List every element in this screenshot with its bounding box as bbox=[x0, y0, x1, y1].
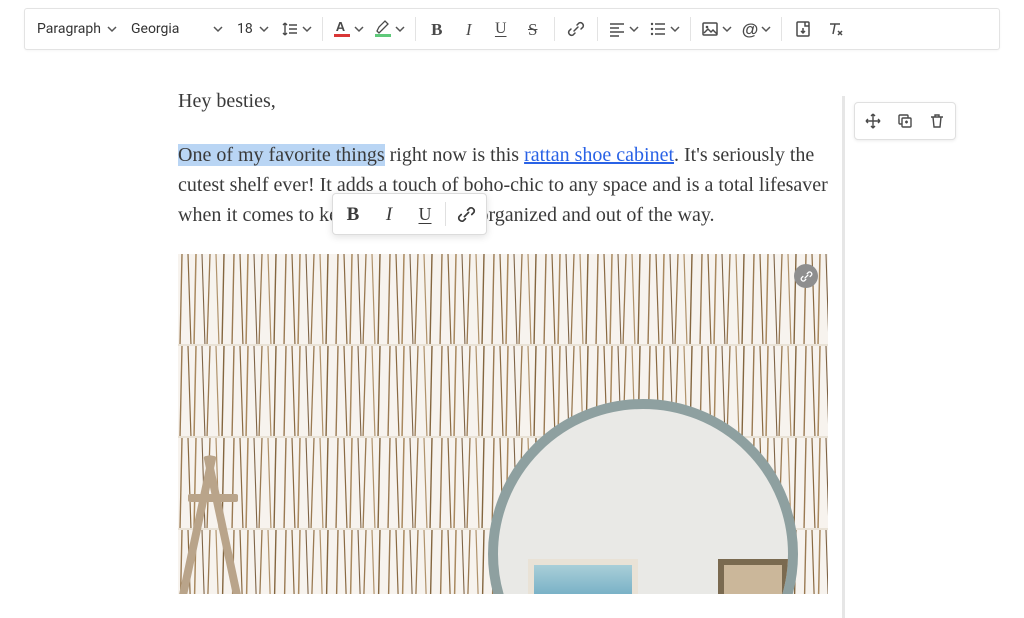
toolbar-separator bbox=[445, 202, 446, 226]
move-block-button[interactable] bbox=[859, 107, 887, 135]
strikethrough-button[interactable]: S bbox=[518, 13, 548, 45]
inline-bold-button[interactable]: B bbox=[335, 196, 371, 232]
block-actions-panel bbox=[854, 102, 956, 140]
page-break-icon bbox=[794, 20, 812, 38]
bold-icon: B bbox=[431, 21, 442, 38]
paragraph-greeting[interactable]: Hey besties, bbox=[178, 86, 828, 116]
chevron-down-icon bbox=[670, 24, 680, 34]
chevron-down-icon bbox=[722, 24, 732, 34]
toolbar-separator bbox=[597, 17, 598, 41]
list-button[interactable] bbox=[645, 13, 684, 45]
link-icon bbox=[457, 205, 476, 224]
toolbar-separator bbox=[781, 17, 782, 41]
link-icon bbox=[567, 20, 585, 38]
move-icon bbox=[864, 112, 882, 130]
strikethrough-icon: S bbox=[528, 21, 537, 38]
clear-format-button[interactable] bbox=[820, 13, 850, 45]
text-color-button[interactable]: A bbox=[329, 13, 368, 45]
inline-link-button[interactable] bbox=[448, 196, 484, 232]
mention-button[interactable]: @ bbox=[738, 13, 776, 45]
italic-button[interactable]: I bbox=[454, 13, 484, 45]
chevron-down-icon bbox=[302, 24, 312, 34]
italic-icon: I bbox=[466, 21, 472, 38]
delete-block-button[interactable] bbox=[923, 107, 951, 135]
line-height-button[interactable] bbox=[277, 13, 316, 45]
image-block[interactable] bbox=[178, 254, 828, 594]
inline-italic-button[interactable]: I bbox=[371, 196, 407, 232]
bold-button[interactable]: B bbox=[422, 13, 452, 45]
at-icon: @ bbox=[742, 21, 759, 38]
toolbar-separator bbox=[322, 17, 323, 41]
text-covered: est shelf ever! It bbox=[202, 174, 336, 196]
font-family-label: Georgia bbox=[131, 21, 179, 37]
paragraph-style-label: Paragraph bbox=[37, 21, 101, 37]
clear-format-icon bbox=[826, 20, 844, 38]
underline-icon: U bbox=[419, 205, 432, 223]
text: Hey besties, bbox=[178, 90, 276, 112]
product-link[interactable]: rattan shoe cabinet bbox=[524, 144, 674, 166]
list-icon bbox=[649, 20, 667, 38]
link-button[interactable] bbox=[561, 13, 591, 45]
font-size-select[interactable]: 18 bbox=[231, 13, 275, 45]
chevron-down-icon bbox=[213, 24, 223, 34]
align-button[interactable] bbox=[604, 13, 643, 45]
font-family-select[interactable]: Georgia bbox=[125, 13, 229, 45]
font-size-label: 18 bbox=[237, 21, 253, 37]
chevron-down-icon bbox=[259, 24, 269, 34]
copy-icon bbox=[896, 112, 914, 130]
paragraph-style-select[interactable]: Paragraph bbox=[31, 13, 123, 45]
page-break-button[interactable] bbox=[788, 13, 818, 45]
toolbar-separator bbox=[415, 17, 416, 41]
side-panel-divider bbox=[842, 96, 845, 618]
toolbar-separator bbox=[554, 17, 555, 41]
image-link-badge[interactable] bbox=[794, 264, 818, 288]
inline-format-toolbar: B I U bbox=[332, 193, 487, 235]
editor-toolbar: Paragraph Georgia 18 A bbox=[24, 8, 1000, 50]
underline-icon: U bbox=[495, 21, 507, 37]
text: right now is this bbox=[385, 144, 524, 166]
highlight-color-button[interactable] bbox=[370, 13, 409, 45]
bold-icon: B bbox=[347, 205, 360, 224]
easel-shape bbox=[186, 454, 246, 594]
inline-underline-button[interactable]: U bbox=[407, 196, 443, 232]
paragraph-body[interactable]: One of my favorite things right now is t… bbox=[178, 140, 828, 230]
image-icon bbox=[701, 20, 719, 38]
chevron-down-icon bbox=[107, 24, 117, 34]
image-button[interactable] bbox=[697, 13, 736, 45]
trash-icon bbox=[928, 112, 946, 130]
chevron-down-icon bbox=[354, 24, 364, 34]
underline-button[interactable]: U bbox=[486, 13, 516, 45]
chevron-down-icon bbox=[629, 24, 639, 34]
document-body[interactable]: Hey besties, One of my favorite things r… bbox=[178, 86, 828, 594]
italic-icon: I bbox=[386, 205, 392, 224]
chevron-down-icon bbox=[761, 24, 771, 34]
chevron-down-icon bbox=[395, 24, 405, 34]
duplicate-block-button[interactable] bbox=[891, 107, 919, 135]
link-icon bbox=[800, 270, 813, 283]
align-left-icon bbox=[608, 20, 626, 38]
toolbar-separator bbox=[690, 17, 691, 41]
selected-text: One of my favorite things bbox=[178, 144, 385, 166]
